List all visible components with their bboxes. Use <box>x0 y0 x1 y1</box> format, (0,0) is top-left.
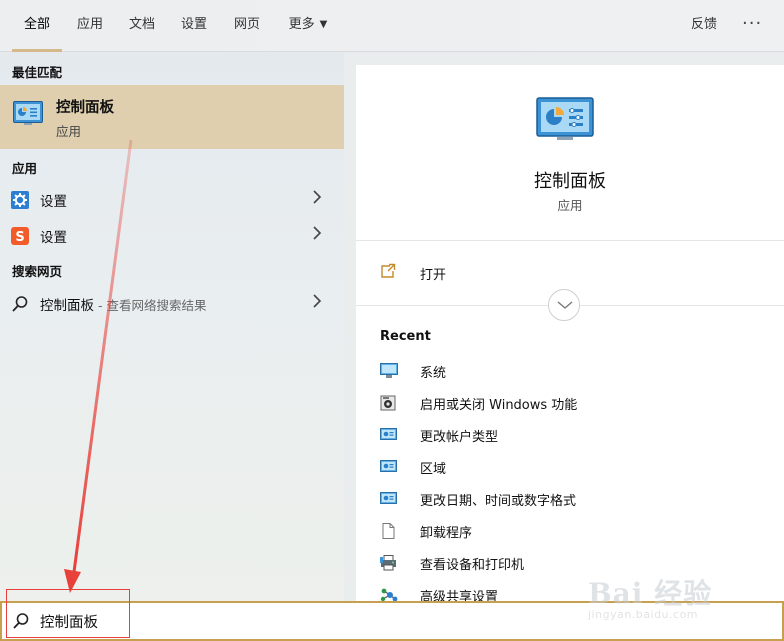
control-panel-icon <box>536 97 594 145</box>
search-box[interactable] <box>0 601 784 641</box>
more-options-button[interactable]: ··· <box>742 0 762 48</box>
list-item-label: 控制面板 - 查看网络搜索结果 <box>40 294 206 314</box>
tab-label: 更多 <box>288 17 315 32</box>
list-item-web-search[interactable]: 控制面板 - 查看网络搜索结果 <box>0 286 344 320</box>
recent-item-label: 区域 <box>420 462 447 477</box>
recent-item-label: 卸载程序 <box>420 526 473 541</box>
document-icon <box>380 523 398 539</box>
detail-pane: 控制面板 应用 打开 Recent 系统 启用或关闭 Windows 功能 更改… <box>344 53 784 605</box>
best-match-subtitle: 应用 <box>56 124 82 139</box>
list-item-settings[interactable]: 设置 <box>0 182 344 216</box>
feedback-button[interactable]: 反馈 <box>691 0 717 50</box>
list-item-label: 设置 <box>40 194 67 210</box>
gear-icon <box>11 191 29 209</box>
chevron-right-icon[interactable] <box>312 225 322 245</box>
recent-item-label: 启用或关闭 Windows 功能 <box>420 398 578 413</box>
chevron-right-icon[interactable] <box>312 189 322 209</box>
control-panel-small-icon <box>380 459 398 475</box>
tab-settings[interactable]: 设置 <box>178 0 210 52</box>
tab-documents[interactable]: 文档 <box>126 0 158 52</box>
search-icon <box>11 295 29 313</box>
control-panel-icon <box>13 101 43 129</box>
list-item-label: 设置 <box>40 230 67 246</box>
control-panel-small-icon <box>380 491 398 507</box>
search-icon <box>12 612 30 634</box>
tab-label: 设置 <box>180 17 207 32</box>
detail-title: 控制面板 <box>534 171 606 192</box>
tab-label: 文档 <box>128 17 155 32</box>
section-heading-apps: 应用 <box>12 161 38 176</box>
detail-card: 控制面板 应用 打开 Recent 系统 启用或关闭 Windows 功能 更改… <box>356 65 784 605</box>
detail-subtitle: 应用 <box>557 198 583 213</box>
open-label: 打开 <box>420 268 447 283</box>
results-list: 最佳匹配 控制面板 应用 应用 设置 S 设置 搜索网页 控制面板 - 查看网络… <box>0 53 344 601</box>
chevron-down-icon: ▼ <box>319 19 328 30</box>
recent-heading: Recent <box>380 329 431 344</box>
recent-item-label: 更改日期、时间或数字格式 <box>420 494 577 509</box>
web-result-query: 控制面板 <box>40 298 94 314</box>
open-external-icon <box>380 263 396 283</box>
svg-text:S: S <box>15 230 24 245</box>
sogou-s-icon: S <box>11 227 29 245</box>
tab-label: 网页 <box>233 17 260 32</box>
section-heading-web: 搜索网页 <box>12 264 63 279</box>
list-item-settings-sogou[interactable]: S 设置 <box>0 218 344 252</box>
tab-apps[interactable]: 应用 <box>74 0 106 52</box>
monitor-icon <box>380 363 398 379</box>
chevron-down-icon <box>557 301 573 309</box>
tab-all[interactable]: 全部 <box>12 0 62 52</box>
control-panel-small-icon <box>380 427 398 443</box>
search-input[interactable] <box>40 609 740 633</box>
expand-button[interactable] <box>548 289 580 321</box>
search-scope-tabs: 全部 应用 文档 设置 网页 更多 ▼ 反馈 ··· <box>0 0 784 52</box>
detail-hero: 控制面板 应用 <box>356 65 784 241</box>
best-match-item[interactable]: 控制面板 应用 <box>0 85 344 149</box>
tab-label: 应用 <box>76 17 103 32</box>
chevron-right-icon[interactable] <box>312 293 322 313</box>
tab-more[interactable]: 更多 ▼ <box>285 0 331 52</box>
recent-item-label: 更改帐户类型 <box>420 430 499 445</box>
printer-icon <box>380 555 398 571</box>
recent-item-label: 系统 <box>420 366 447 381</box>
windows-features-icon <box>380 395 398 411</box>
tab-label: 全部 <box>23 17 50 32</box>
tab-web[interactable]: 网页 <box>231 0 263 52</box>
section-heading-best-match: 最佳匹配 <box>12 65 63 80</box>
recent-item-label: 查看设备和打印机 <box>420 558 525 573</box>
best-match-title: 控制面板 <box>56 100 114 116</box>
web-result-suffix: - 查看网络搜索结果 <box>94 298 207 313</box>
